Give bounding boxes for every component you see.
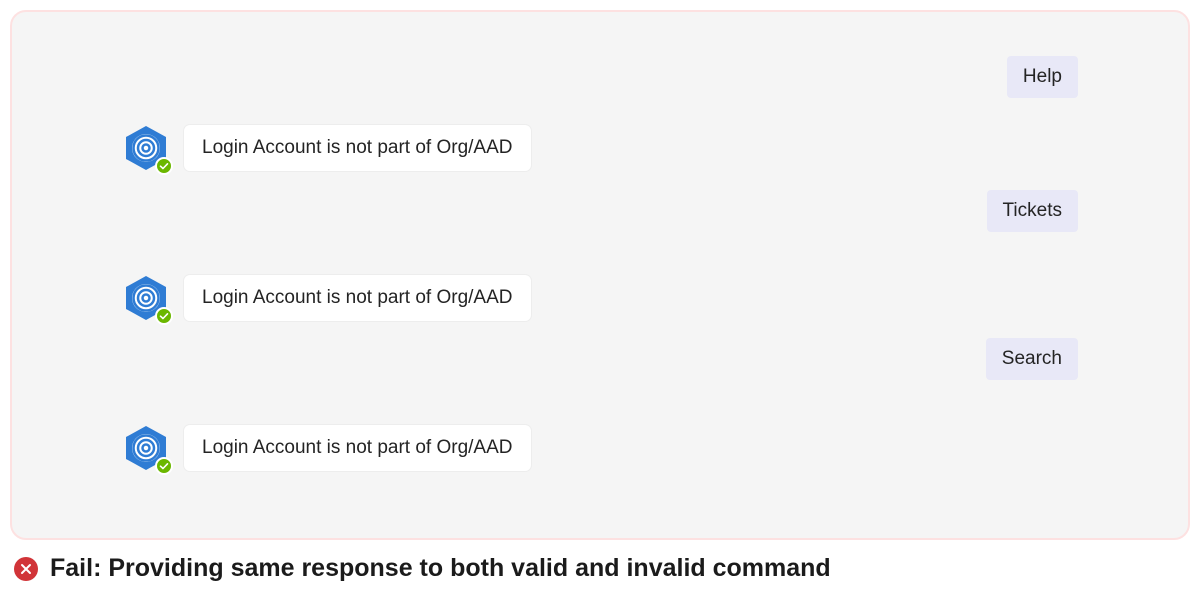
bot-message-text: Login Account is not part of Org/AAD — [202, 437, 513, 458]
bot-message-bubble: Login Account is not part of Org/AAD — [184, 425, 531, 471]
bot-message-row: Login Account is not part of Org/AAD — [122, 124, 531, 172]
caption-row: Fail: Providing same response to both va… — [14, 554, 1200, 583]
bot-message-text: Login Account is not part of Org/AAD — [202, 137, 513, 158]
chip-label: Help — [1023, 66, 1062, 87]
user-chip-tickets[interactable]: Tickets — [987, 190, 1078, 232]
chip-label: Tickets — [1003, 200, 1062, 221]
bot-message-bubble: Login Account is not part of Org/AAD — [184, 275, 531, 321]
presence-available-icon — [155, 457, 173, 475]
bot-avatar — [122, 274, 170, 322]
presence-available-icon — [155, 307, 173, 325]
chip-label: Search — [1002, 348, 1062, 369]
bot-message-row: Login Account is not part of Org/AAD — [122, 424, 531, 472]
user-chip-help[interactable]: Help — [1007, 56, 1078, 98]
bot-avatar — [122, 124, 170, 172]
bot-message-bubble: Login Account is not part of Org/AAD — [184, 125, 531, 171]
presence-available-icon — [155, 157, 173, 175]
bot-message-row: Login Account is not part of Org/AAD — [122, 274, 531, 322]
example-panel: Help Tickets Search Login Account is not… — [10, 10, 1190, 540]
fail-x-icon — [14, 557, 38, 581]
caption-text: Fail: Providing same response to both va… — [50, 554, 831, 583]
bot-avatar — [122, 424, 170, 472]
user-chip-search[interactable]: Search — [986, 338, 1078, 380]
bot-message-text: Login Account is not part of Org/AAD — [202, 287, 513, 308]
